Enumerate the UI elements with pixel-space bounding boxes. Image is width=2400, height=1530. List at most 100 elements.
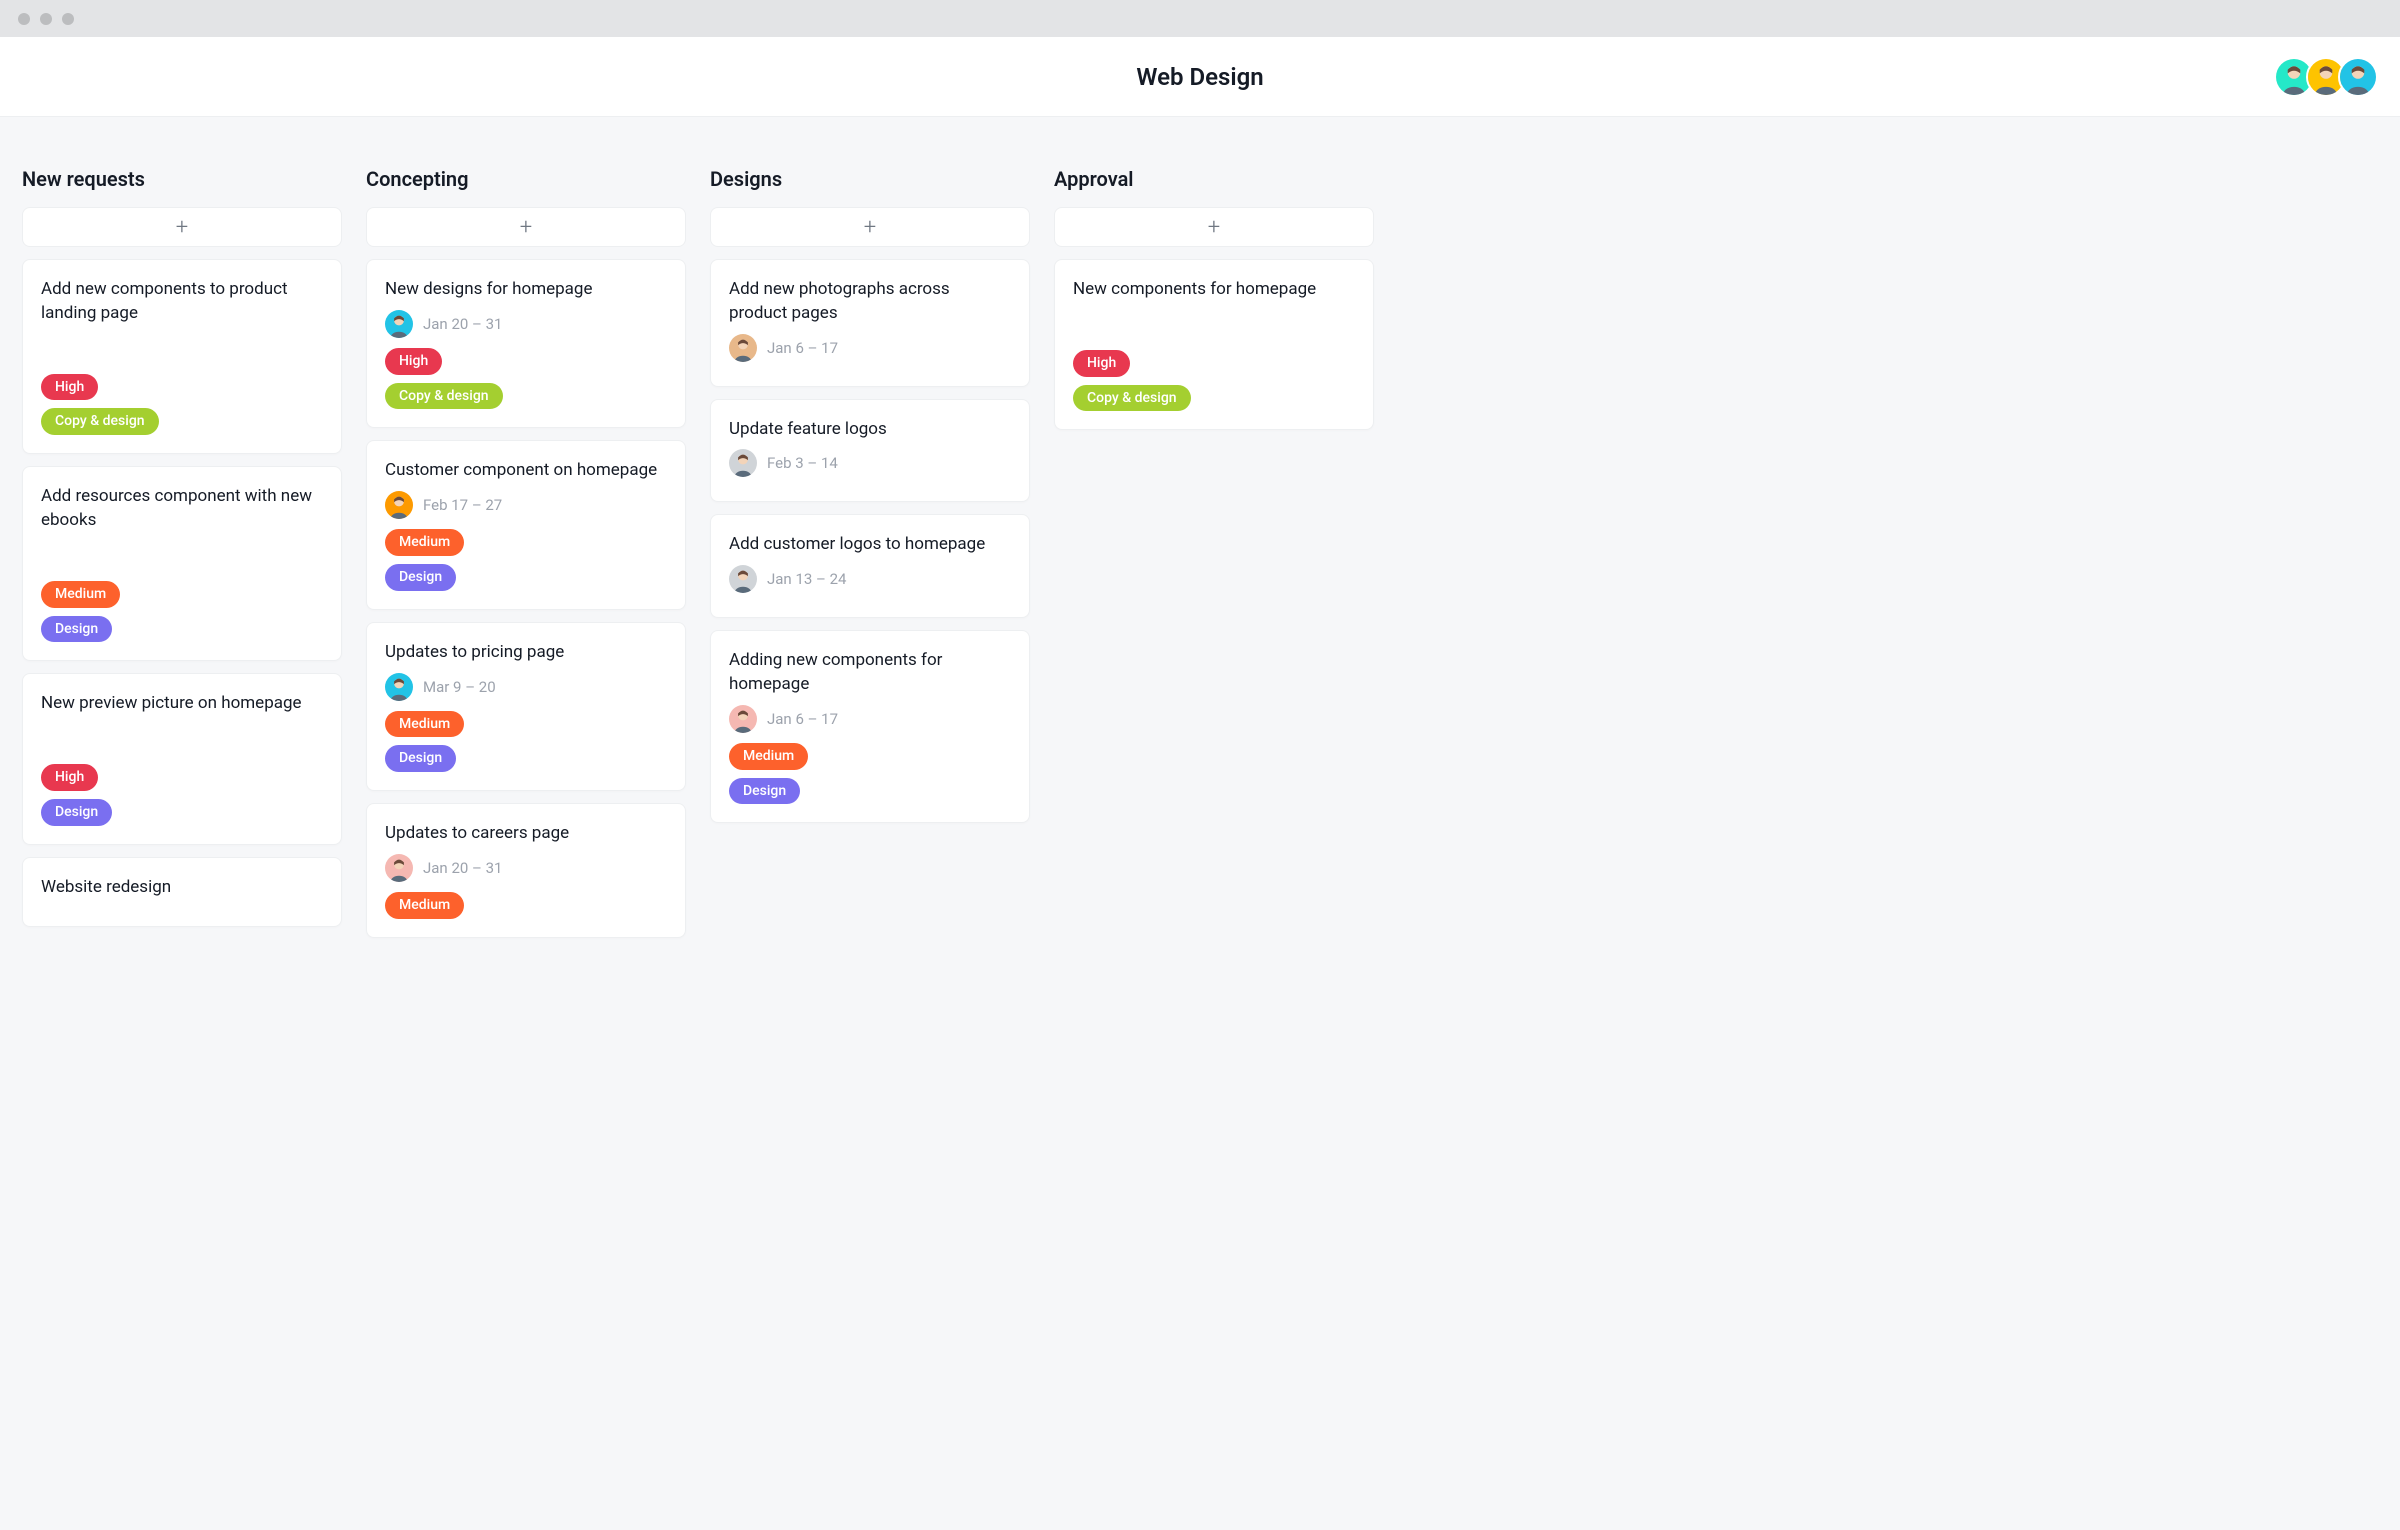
card-meta: Jan 20 – 31 [385, 854, 667, 882]
window-dot [62, 13, 74, 25]
task-card[interactable]: Updates to careers page Jan 20 – 31 Medium [366, 803, 686, 938]
add-card-button[interactable]: + [22, 207, 342, 247]
assignee-avatar[interactable] [729, 334, 757, 362]
card-title: Add resources component with new ebooks [41, 485, 323, 533]
task-card[interactable]: Add resources component with new ebooks M… [22, 466, 342, 661]
assignee-avatar[interactable] [729, 449, 757, 477]
add-card-button[interactable]: + [710, 207, 1030, 247]
assignee-avatar[interactable] [385, 673, 413, 701]
card-meta: Jan 6 – 17 [729, 334, 1011, 362]
column-title: New requests [22, 167, 342, 191]
column-title: Approval [1054, 167, 1374, 191]
tag[interactable]: High [41, 374, 98, 401]
task-card[interactable]: Add new photographs across product pages… [710, 259, 1030, 387]
card-title: New preview picture on homepage [41, 692, 323, 716]
tag[interactable]: Medium [729, 743, 808, 770]
card-spacer [1073, 310, 1355, 340]
tag[interactable]: Medium [385, 892, 464, 919]
task-card[interactable]: Updates to pricing page Mar 9 – 20 Medium D… [366, 622, 686, 791]
tag[interactable]: High [385, 348, 442, 375]
card-date: Jan 6 – 17 [767, 710, 838, 728]
window-dot [40, 13, 52, 25]
assignee-avatar[interactable] [385, 854, 413, 882]
card-meta: Jan 20 – 31 [385, 310, 667, 338]
tag[interactable]: Copy & design [1073, 385, 1191, 412]
board-column: Approval + New components for homepage High… [1054, 167, 1374, 442]
card-tags: High Design [41, 764, 323, 826]
task-card[interactable]: New preview picture on homepage High Desig… [22, 673, 342, 844]
card-title: Update feature logos [729, 418, 1011, 442]
card-meta: Mar 9 – 20 [385, 673, 667, 701]
plus-icon: + [176, 215, 188, 240]
tag[interactable]: Copy & design [41, 408, 159, 435]
card-date: Jan 13 – 24 [767, 570, 846, 588]
assignee-avatar[interactable] [385, 310, 413, 338]
card-date: Jan 6 – 17 [767, 339, 838, 357]
task-card[interactable]: Adding new components for homepage Jan 6 … [710, 630, 1030, 823]
card-meta: Feb 3 – 14 [729, 449, 1011, 477]
card-date: Jan 20 – 31 [423, 859, 502, 877]
board-column: Designs+Add new photographs across produ… [710, 167, 1030, 835]
member-avatar[interactable] [2338, 57, 2378, 97]
card-title: Customer component on homepage [385, 459, 667, 483]
board-column: New requests + Add new components to produ… [22, 167, 342, 939]
tag[interactable]: Design [41, 799, 112, 826]
card-title: New designs for homepage [385, 278, 667, 302]
card-meta: Jan 13 – 24 [729, 565, 1011, 593]
task-card[interactable]: New designs for homepage Jan 20 – 31 High C… [366, 259, 686, 428]
task-card[interactable]: Add customer logos to homepage Jan 13 – 2… [710, 514, 1030, 618]
card-title: New components for homepage [1073, 278, 1355, 302]
card-tags: Medium Design [41, 581, 323, 643]
card-title: Updates to careers page [385, 822, 667, 846]
board-title: Web Design [1136, 63, 1263, 91]
card-title: Updates to pricing page [385, 641, 667, 665]
card-spacer [41, 541, 323, 571]
tag[interactable]: Design [729, 778, 800, 805]
card-tags: Medium [385, 892, 667, 919]
tag[interactable]: High [1073, 350, 1130, 377]
assignee-avatar[interactable] [729, 705, 757, 733]
card-title: Add customer logos to homepage [729, 533, 1011, 557]
card-tags: High Copy & design [1073, 350, 1355, 412]
plus-icon: + [520, 215, 532, 240]
kanban-board: New requests + Add new components to produ… [0, 117, 2400, 950]
assignee-avatar[interactable] [729, 565, 757, 593]
task-card[interactable]: New components for homepage High Copy & de… [1054, 259, 1374, 430]
task-card[interactable]: Website redesign [22, 857, 342, 927]
tag[interactable]: Design [385, 564, 456, 591]
tag[interactable]: Design [385, 745, 456, 772]
plus-icon: + [1208, 215, 1220, 240]
card-meta: Jan 6 – 17 [729, 705, 1011, 733]
card-title: Add new components to product landing pa… [41, 278, 323, 326]
task-card[interactable]: Update feature logos Feb 3 – 14 [710, 399, 1030, 503]
task-card[interactable]: Customer component on homepage Feb 17 – 2… [366, 440, 686, 609]
add-card-button[interactable]: + [1054, 207, 1374, 247]
tag[interactable]: Copy & design [385, 383, 503, 410]
plus-icon: + [864, 215, 876, 240]
card-meta: Feb 17 – 27 [385, 491, 667, 519]
card-title: Adding new components for homepage [729, 649, 1011, 697]
tag[interactable]: Medium [385, 711, 464, 738]
card-tags: Medium Design [385, 711, 667, 773]
add-card-button[interactable]: + [366, 207, 686, 247]
window-chrome [0, 0, 2400, 37]
card-date: Mar 9 – 20 [423, 678, 496, 696]
window-dot [18, 13, 30, 25]
card-tags: Medium Design [729, 743, 1011, 805]
card-spacer [41, 334, 323, 364]
card-title: Website redesign [41, 876, 323, 900]
board-column: Concepting + New designs for homepage Jan 2… [366, 167, 686, 950]
tag[interactable]: High [41, 764, 98, 791]
tag[interactable]: Medium [385, 529, 464, 556]
task-card[interactable]: Add new components to product landing pa… [22, 259, 342, 454]
tag[interactable]: Design [41, 616, 112, 643]
tag[interactable]: Medium [41, 581, 120, 608]
column-title: Concepting [366, 167, 686, 191]
card-tags: High Copy & design [385, 348, 667, 410]
assignee-avatar[interactable] [385, 491, 413, 519]
card-tags: Medium Design [385, 529, 667, 591]
card-date: Jan 20 – 31 [423, 315, 502, 333]
card-date: Feb 17 – 27 [423, 496, 502, 514]
card-date: Feb 3 – 14 [767, 454, 838, 472]
card-title: Add new photographs across product pages [729, 278, 1011, 326]
